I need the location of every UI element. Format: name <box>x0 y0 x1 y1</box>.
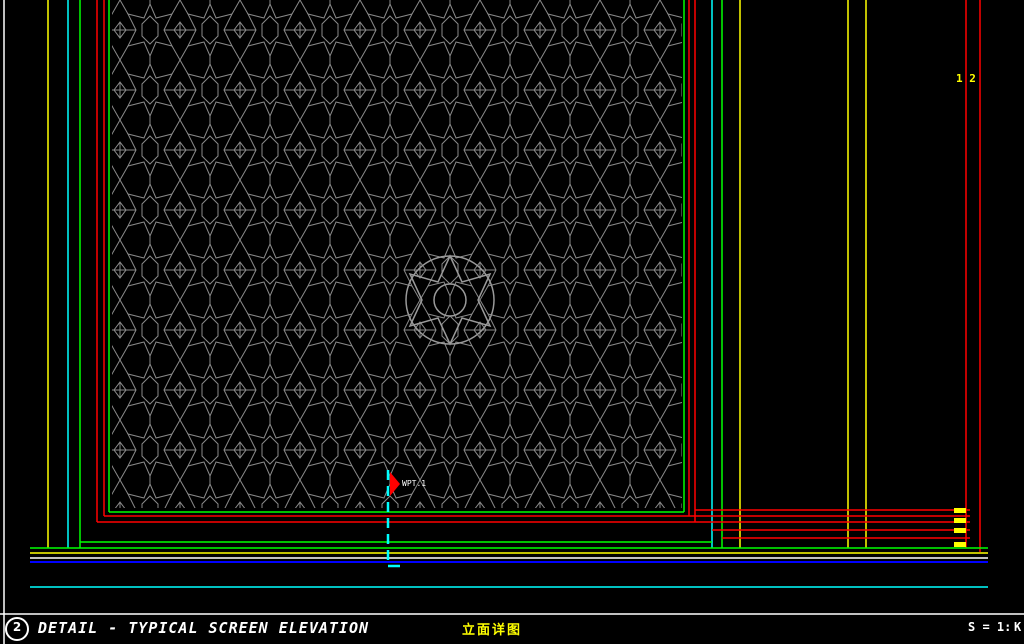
callout-tag: WPT.1 <box>402 479 426 488</box>
scale-suffix: K <box>1014 620 1022 634</box>
drawing-title-chinese: 立面详图 <box>462 623 523 638</box>
cad-drawing: WPT.1 1 2 <box>0 0 1024 644</box>
drawing-title: DETAIL - TYPICAL SCREEN ELEVATION <box>38 619 370 637</box>
side-tag: 1 2 <box>956 72 976 85</box>
scale-label: S = 1: <box>968 620 1012 634</box>
screen-pattern-panel <box>112 0 682 508</box>
detail-number: 2 <box>12 620 22 634</box>
